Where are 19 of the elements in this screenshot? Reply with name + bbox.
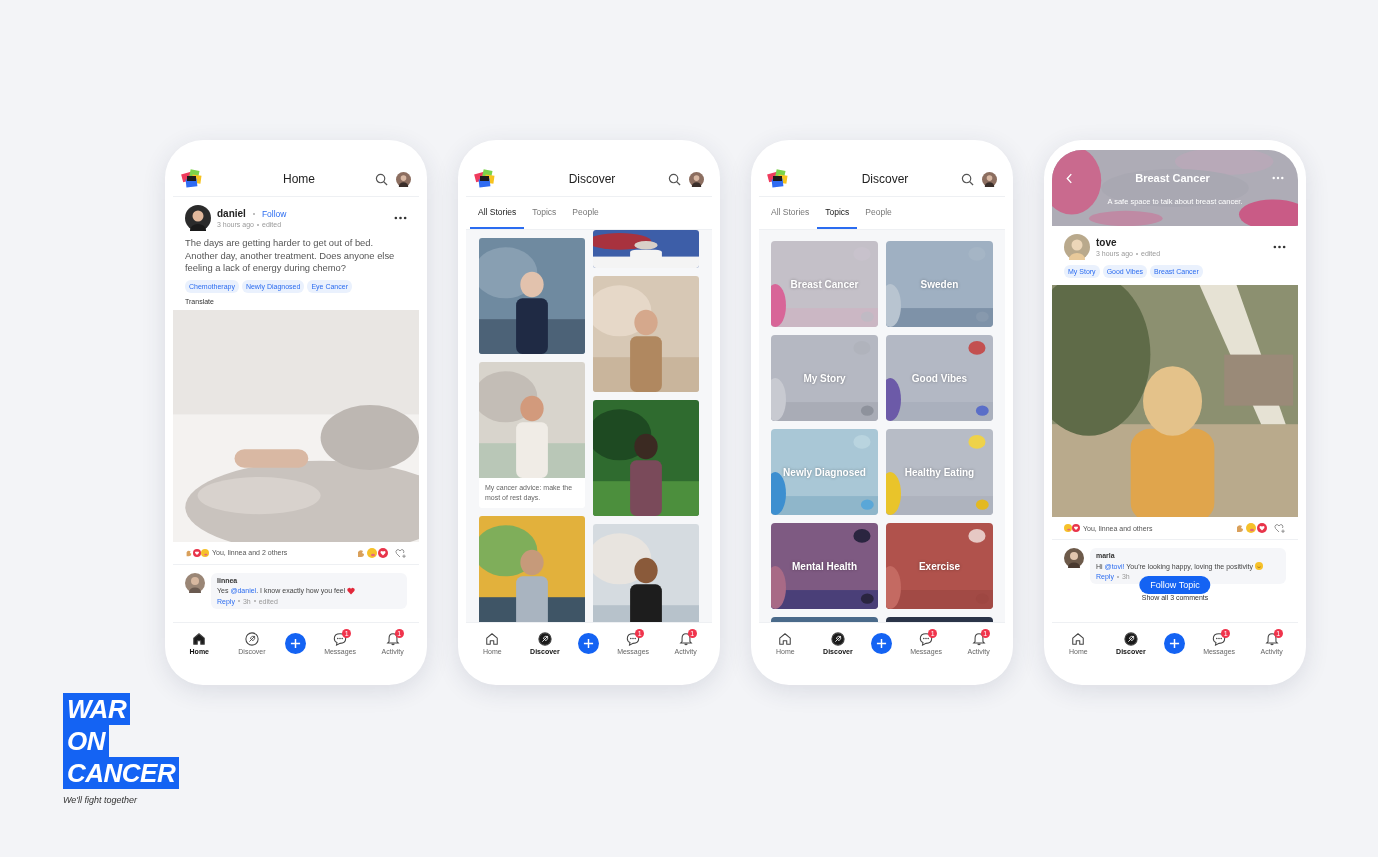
topic-title: Breast Cancer: [1134, 172, 1211, 184]
logo-word: CANCER: [63, 757, 180, 789]
author-name[interactable]: daniel: [217, 208, 246, 219]
screen-title: Discover: [567, 172, 617, 186]
topic-card[interactable]: Mental Health: [771, 523, 878, 609]
screen-title: Discover: [860, 172, 910, 186]
topic-card[interactable]: Exercise: [886, 523, 993, 609]
tab[interactable]: All Stories: [763, 197, 818, 229]
post-text: The days are getting harder to get out of bed. Another day, another treatment. Does anyone else feeling a lack of energy during chemo?: [185, 237, 396, 275]
tagline: We'll fight together: [63, 795, 138, 805]
screen-title: Home: [282, 172, 316, 186]
follow-link[interactable]: Follow: [261, 208, 287, 219]
follow-topic-button[interactable]: Follow Topic: [1139, 576, 1211, 594]
tab[interactable]: People: [564, 197, 607, 229]
tab[interactable]: People: [857, 197, 900, 229]
logo-word: ON: [63, 725, 109, 757]
author-name[interactable]: tove: [1096, 237, 1117, 248]
tab[interactable]: Topics: [524, 197, 565, 229]
logo-word: WAR: [63, 693, 131, 725]
